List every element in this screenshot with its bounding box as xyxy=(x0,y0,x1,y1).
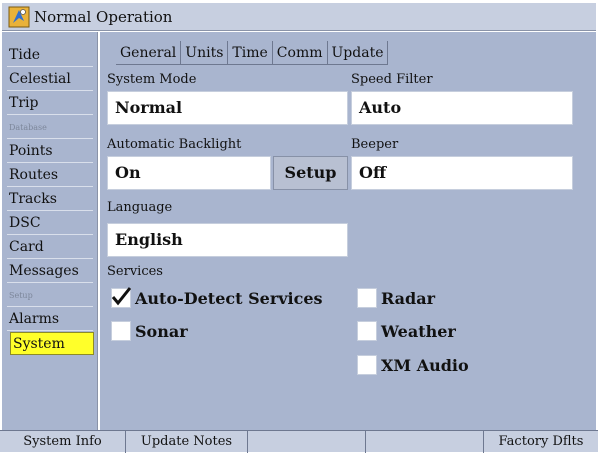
backlight-field[interactable]: On xyxy=(107,156,271,190)
speed-filter-field[interactable]: Auto xyxy=(351,91,573,125)
sidebar-menu: Tide Celestial Trip Database Points Rout… xyxy=(2,32,98,430)
backlight-label: Automatic Backlight xyxy=(107,137,242,152)
sidebar-item-points[interactable]: Points xyxy=(7,140,93,163)
sidebar-item-messages[interactable]: Messages xyxy=(7,260,93,283)
checkmark-icon xyxy=(111,287,131,306)
softkey-factory-defaults[interactable]: Factory Dflts xyxy=(484,431,598,453)
xm-audio-checkbox[interactable] xyxy=(357,355,377,375)
services-label: Services xyxy=(107,264,163,279)
backlight-setup-button[interactable]: Setup xyxy=(273,156,348,190)
beeper-label: Beeper xyxy=(351,137,399,152)
radar-checkbox[interactable] xyxy=(357,288,377,308)
softkey-empty-2[interactable] xyxy=(366,431,484,453)
system-mode-label: System Mode xyxy=(107,72,197,87)
sidebar-item-alarms[interactable]: Alarms xyxy=(7,308,93,331)
tab-update[interactable]: Update xyxy=(328,41,389,65)
speed-filter-label: Speed Filter xyxy=(351,72,433,87)
auto-detect-services-label: Auto-Detect Services xyxy=(135,288,323,308)
beeper-field[interactable]: Off xyxy=(351,156,573,190)
title-bar: Normal Operation xyxy=(2,3,596,31)
language-field[interactable]: English xyxy=(107,223,348,257)
sidebar-item-system[interactable]: System xyxy=(10,332,94,355)
navigation-icon xyxy=(8,6,30,28)
tab-bar: General Units Time Comm Update xyxy=(116,41,389,65)
tab-time[interactable]: Time xyxy=(228,41,273,65)
language-label: Language xyxy=(107,200,173,215)
sidebar-item-dsc[interactable]: DSC xyxy=(7,212,93,235)
xm-audio-label: XM Audio xyxy=(381,355,469,375)
sidebar-item-routes[interactable]: Routes xyxy=(7,164,93,187)
softkey-update-notes[interactable]: Update Notes xyxy=(126,431,248,453)
softkey-bar: System Info Update Notes Factory Dflts xyxy=(0,430,598,453)
tab-general[interactable]: General xyxy=(116,41,182,65)
weather-option[interactable]: Weather xyxy=(357,321,456,341)
sonar-checkbox[interactable] xyxy=(111,321,131,341)
sidebar-section-database: Database xyxy=(7,116,93,139)
sidebar-item-trip[interactable]: Trip xyxy=(7,92,93,115)
radar-label: Radar xyxy=(381,288,436,308)
xm-audio-option[interactable]: XM Audio xyxy=(357,355,469,375)
softkey-system-info[interactable]: System Info xyxy=(0,431,126,453)
sonar-label: Sonar xyxy=(135,321,188,341)
sonar-option[interactable]: Sonar xyxy=(111,321,188,341)
sidebar-item-tide[interactable]: Tide xyxy=(7,44,93,67)
radar-option[interactable]: Radar xyxy=(357,288,435,308)
tab-units[interactable]: Units xyxy=(181,41,229,65)
softkey-empty-1[interactable] xyxy=(248,431,366,453)
weather-label: Weather xyxy=(381,321,456,341)
weather-checkbox[interactable] xyxy=(357,321,377,341)
sidebar-item-card[interactable]: Card xyxy=(7,236,93,259)
auto-detect-services-checkbox[interactable] xyxy=(111,287,131,308)
auto-detect-services-option[interactable]: Auto-Detect Services xyxy=(111,287,323,308)
settings-panel: General Units Time Comm Update System Mo… xyxy=(100,32,596,430)
window-title: Normal Operation xyxy=(34,7,173,26)
sidebar-item-celestial[interactable]: Celestial xyxy=(7,68,93,91)
device-screen: Normal Operation Tide Celestial Trip Dat… xyxy=(0,0,598,453)
sidebar-item-tracks[interactable]: Tracks xyxy=(7,188,93,211)
sidebar-section-setup: Setup xyxy=(7,284,93,307)
tab-comm[interactable]: Comm xyxy=(273,41,328,65)
system-mode-field[interactable]: Normal xyxy=(107,91,348,125)
